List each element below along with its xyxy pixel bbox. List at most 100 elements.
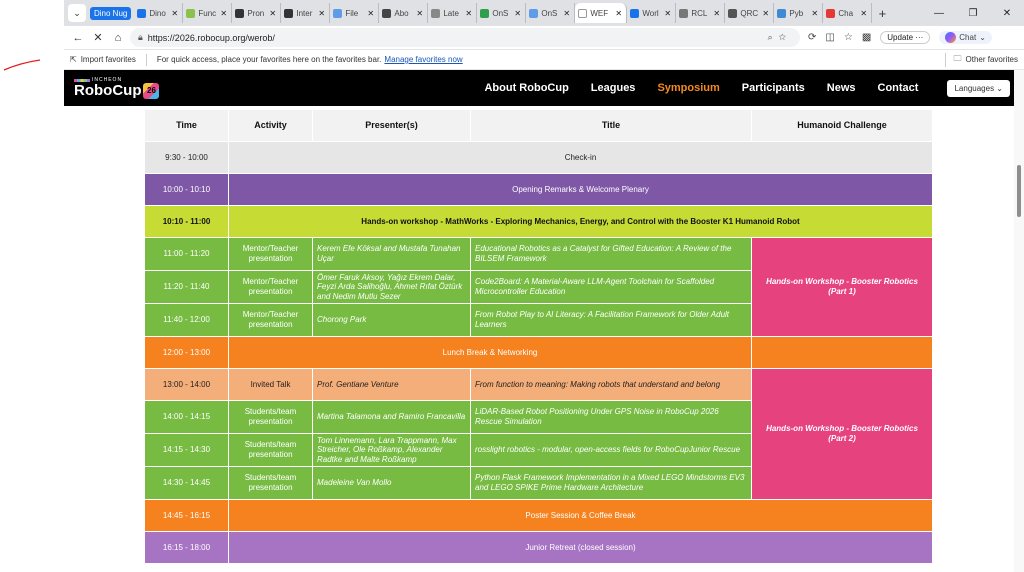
tab-close-icon[interactable]: ✕ — [860, 9, 868, 18]
table-row: 11:00 - 11:20 Mentor/Teacher presentatio… — [144, 237, 933, 337]
browser-tab[interactable]: Abo ✕ — [379, 3, 429, 23]
row-presenter: Ömer Faruk Aksoy, Yağız Ekrem Dalar, Fey… — [312, 270, 471, 304]
browser-tab[interactable]: OnS ✕ — [526, 3, 576, 23]
tab-close-icon[interactable]: ✕ — [563, 9, 571, 18]
tab-close-icon[interactable]: ✕ — [811, 9, 819, 18]
minimize-icon[interactable]: — — [922, 8, 956, 19]
browser-tab[interactable]: WEF ✕ — [575, 3, 628, 23]
new-tab-plus-icon[interactable]: + — [872, 6, 892, 21]
tab-title: Inter — [296, 8, 313, 18]
tab-close-icon[interactable]: ✕ — [615, 9, 623, 18]
browser-tab[interactable]: Pyb ✕ — [774, 3, 824, 23]
row-event: Hands-on workshop - MathWorks - Explorin… — [228, 205, 933, 238]
tab-favicon-icon — [777, 8, 787, 18]
tab-close-icon[interactable]: ✕ — [367, 9, 375, 18]
table-row: 13:00 - 14:00 Invited Talk Prof. Gentian… — [144, 368, 933, 500]
tab-favicon-icon — [630, 8, 640, 18]
row-presenter: Madeleine Van Mollo — [312, 466, 471, 500]
back-arrow-icon[interactable]: ← — [68, 32, 88, 44]
nav-link-about-robocup[interactable]: About RoboCup — [473, 82, 579, 94]
browser-tab[interactable]: Pron ✕ — [232, 3, 282, 23]
tab-close-icon[interactable]: ✕ — [465, 9, 473, 18]
tab-title: Func — [198, 8, 217, 18]
tab-close-icon[interactable]: ✕ — [514, 9, 522, 18]
tab-title: Cha — [838, 8, 854, 18]
split-screen-icon[interactable]: ◫ — [825, 32, 834, 43]
row-time: 10:00 - 10:10 — [144, 173, 229, 206]
tab-group-label[interactable]: Dino Nug — [90, 6, 132, 20]
nav-link-news[interactable]: News — [816, 82, 867, 94]
tab-favicon-icon — [333, 8, 343, 18]
scrollbar-thumb[interactable] — [1017, 165, 1021, 217]
humanoid-empty-cell — [751, 336, 933, 369]
tab-title: OnS — [541, 8, 558, 18]
url-field[interactable]: 🔒︎ https://2026.robocup.org/werob/ ⌕☆ — [130, 28, 800, 47]
restore-icon[interactable]: ❐ — [956, 8, 990, 19]
nav-link-leagues[interactable]: Leagues — [580, 82, 647, 94]
browser-tab[interactable]: RCL ✕ — [676, 3, 726, 23]
row-title: Educational Robotics as a Catalyst for G… — [470, 237, 752, 271]
other-favorites-button[interactable]: 🗀 Other favorites — [944, 52, 1018, 67]
row-time: 13:00 - 14:00 — [144, 368, 229, 401]
row-title: Python Flask Framework Implementation in… — [470, 466, 752, 500]
tab-title: Worl — [642, 8, 659, 18]
browser-tab[interactable]: Func ✕ — [183, 3, 233, 23]
browser-tab[interactable]: Inter ✕ — [281, 3, 331, 23]
tab-close-icon[interactable]: ✕ — [762, 9, 770, 18]
tab-title: Late — [443, 8, 459, 18]
tab-close-icon[interactable]: ✕ — [318, 9, 326, 18]
close-window-icon[interactable]: ✕ — [990, 8, 1024, 19]
nav-link-contact[interactable]: Contact — [867, 82, 930, 94]
browser-tab[interactable]: Cha ✕ — [823, 3, 873, 23]
row-title: From function to meaning: Making robots … — [470, 368, 752, 401]
favorites-divider — [145, 53, 147, 66]
row-time: 12:00 - 13:00 — [144, 336, 229, 369]
address-bar: ← ✕ ⌂ 🔒︎ https://2026.robocup.org/werob/… — [64, 26, 1024, 50]
browser-tab[interactable]: Late ✕ — [428, 3, 478, 23]
nav-link-participants[interactable]: Participants — [731, 82, 816, 94]
tab-favicon-icon — [480, 8, 490, 18]
tab-close-icon[interactable]: ✕ — [220, 9, 228, 18]
extensions-icon[interactable]: ⟳ — [808, 32, 816, 43]
copilot-icon — [945, 32, 957, 43]
import-favorites-button[interactable]: ⇱ Import favorites — [70, 55, 136, 64]
header-presenters: Presenter(s) — [312, 109, 471, 142]
page-scrollbar[interactable] — [1014, 70, 1024, 572]
row-time: 11:40 - 12:00 — [144, 303, 229, 337]
stop-close-icon[interactable]: ✕ — [88, 31, 108, 44]
browser-tab[interactable]: File ✕ — [330, 3, 380, 23]
nav-link-symposium[interactable]: Symposium — [646, 82, 730, 94]
browser-tab[interactable]: OnS ✕ — [477, 3, 527, 23]
tab-actions-chevron-icon[interactable]: ⌄ — [68, 4, 86, 22]
tab-close-icon[interactable]: ✕ — [416, 9, 424, 18]
table-row: 16:15 - 18:00 Junior Retreat (closed ses… — [144, 531, 933, 564]
tab-close-icon[interactable]: ✕ — [171, 9, 179, 18]
tab-title: File — [345, 8, 359, 18]
tab-close-icon[interactable]: ✕ — [664, 9, 672, 18]
table-row: 10:00 - 10:10 Opening Remarks & Welcome … — [144, 173, 933, 206]
row-event: Poster Session & Coffee Break — [228, 499, 933, 532]
lock-icon: 🔒︎ — [138, 32, 143, 42]
home-icon[interactable]: ⌂ — [108, 32, 128, 44]
update-button[interactable]: Update ··· — [880, 31, 931, 44]
url-action-icons[interactable]: ⌕☆ — [768, 32, 792, 43]
row-presenter: Kerem Efe Köksal and Mustafa Tunahan Uça… — [312, 237, 471, 271]
row-activity: Students/team presentation — [228, 466, 313, 500]
url-text: https://2026.robocup.org/werob/ — [147, 32, 275, 43]
tab-close-icon[interactable]: ✕ — [269, 9, 277, 18]
tab-favicon-icon — [235, 8, 245, 18]
toolbar-icons: ⟳ ◫ ☆ ▩ Update ··· Chat ⌄ — [808, 31, 992, 44]
languages-dropdown[interactable]: Languages ⌄ — [947, 79, 1010, 97]
browser-tab[interactable]: Dino ✕ — [134, 3, 184, 23]
browser-tab[interactable]: Worl ✕ — [627, 3, 677, 23]
tab-close-icon[interactable]: ✕ — [713, 9, 721, 18]
profile-avatar-icon[interactable]: ▩ — [862, 32, 871, 43]
copilot-chat-button[interactable]: Chat ⌄ — [939, 31, 992, 44]
row-presenter: Martina Talamona and Ramiro Francavilla — [312, 400, 471, 434]
favorites-icon[interactable]: ☆ — [844, 32, 853, 43]
manage-favorites-link[interactable]: Manage favorites now — [384, 55, 462, 64]
robocup-logo[interactable]: INCHEON RoboCup 26 — [74, 77, 160, 99]
browser-tab[interactable]: QRC ✕ — [725, 3, 775, 23]
left-margin — [0, 0, 64, 572]
humanoid-part1-cell: Hands-on Workshop - Booster Robotics (Pa… — [751, 237, 933, 337]
